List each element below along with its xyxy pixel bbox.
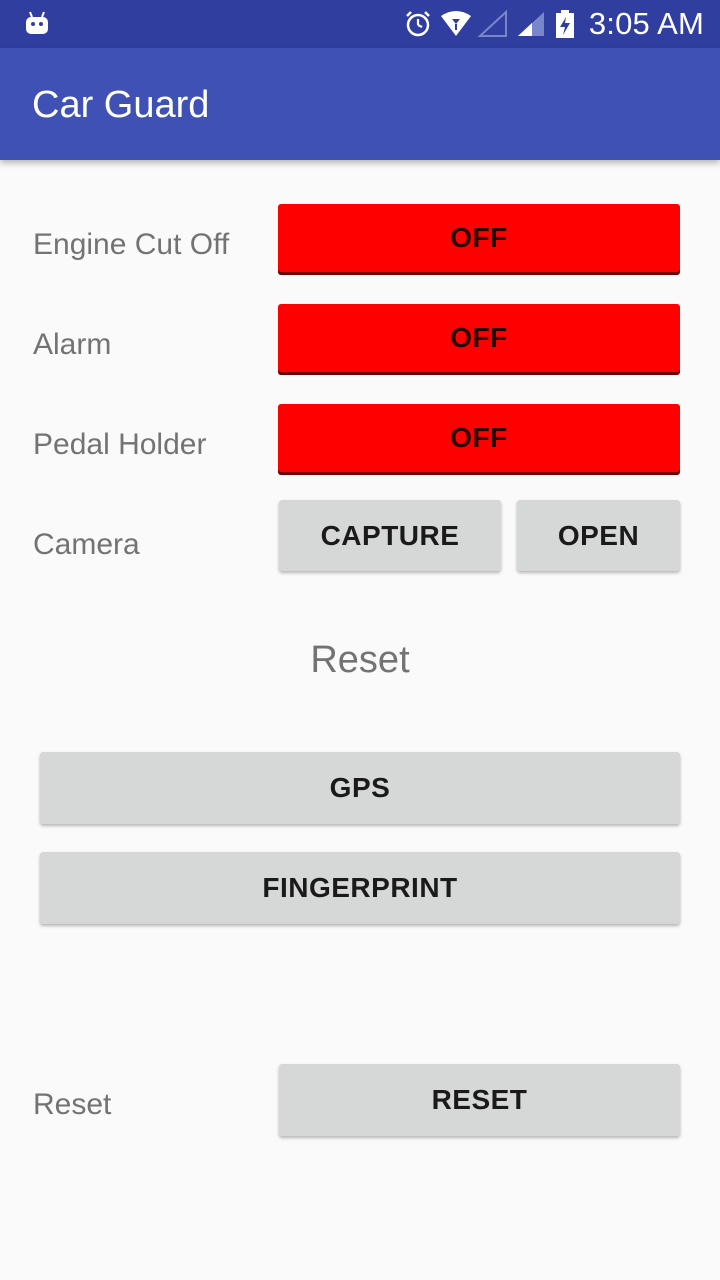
pedal-holder-toggle-button[interactable]: OFF [278, 404, 680, 472]
status-bar: 3:05 AM [0, 0, 720, 48]
status-clock: 3:05 AM [588, 6, 704, 41]
cellular-signal-2-icon [516, 10, 548, 38]
engine-cut-off-label: Engine Cut Off [33, 228, 230, 261]
engine-cut-off-toggle-button[interactable]: OFF [278, 204, 680, 272]
status-icons [402, 9, 576, 38]
reset-button[interactable]: RESET [279, 1064, 680, 1136]
camera-capture-button[interactable]: CAPTURE [279, 500, 501, 571]
wifi-icon [440, 10, 472, 38]
alarm-toggle-button[interactable]: OFF [278, 304, 680, 372]
alarm-icon [402, 10, 434, 38]
fingerprint-button[interactable]: FINGERPRINT [40, 852, 680, 924]
cellular-signal-1-icon [477, 9, 510, 38]
camera-label: Camera [33, 528, 140, 561]
reset-label: Reset [33, 1088, 112, 1121]
gps-button[interactable]: GPS [40, 752, 680, 824]
reset-section-heading: Reset [310, 639, 410, 681]
app-bar: Car Guard [0, 48, 720, 160]
android-debug-icon [26, 11, 48, 34]
app-title: Car Guard [32, 84, 210, 126]
battery-charging-icon [554, 10, 576, 38]
pedal-holder-label: Pedal Holder [33, 428, 207, 461]
alarm-label: Alarm [33, 328, 112, 361]
camera-open-button[interactable]: OPEN [517, 500, 680, 571]
